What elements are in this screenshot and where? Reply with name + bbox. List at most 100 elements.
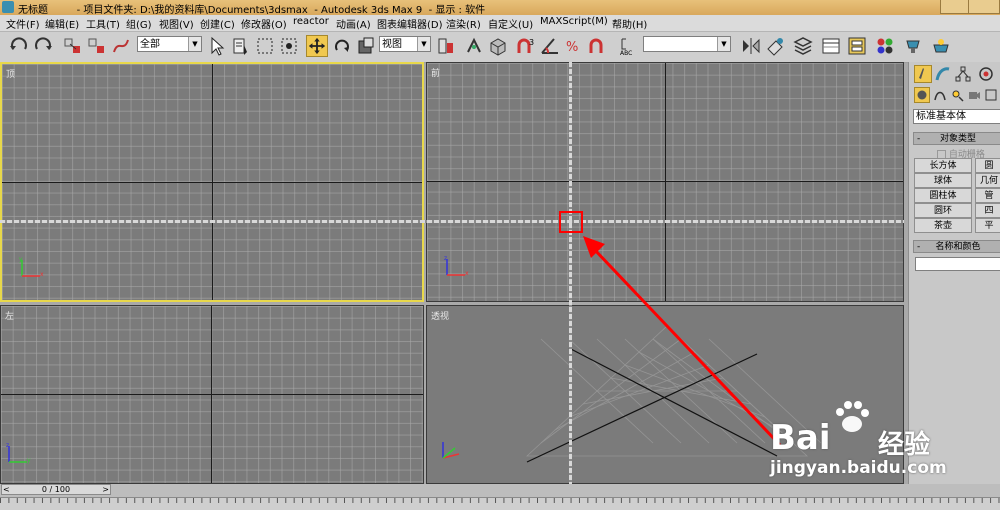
render-scene-icon[interactable] — [902, 35, 924, 57]
menu-reactor[interactable]: reactor — [293, 16, 329, 27]
snaps-toggle-icon[interactable]: 3 — [515, 35, 537, 57]
select-and-move-icon[interactable] — [306, 35, 328, 57]
select-object-icon[interactable] — [206, 35, 228, 57]
object-type-title: 对象类型 — [939, 134, 976, 144]
svg-text:x: x — [465, 270, 469, 277]
object-type-rollout-header[interactable]: - 对象类型 — [913, 132, 1000, 145]
create-geosphere-button[interactable]: 几何 — [975, 173, 1000, 188]
grid-center-horizontal-dashed — [0, 220, 904, 223]
main-toolbar: 全部 ▼ 视图 ▼ 3 % ABC ▼ — [0, 32, 1000, 63]
select-manipulate-icon[interactable] — [463, 35, 485, 57]
mirror-icon[interactable] — [740, 35, 762, 57]
create-box-button[interactable]: 长方体 — [914, 158, 972, 173]
create-tab-icon[interactable] — [914, 65, 932, 83]
minimize-button[interactable] — [940, 0, 970, 14]
menu-rendering[interactable]: 渲染(R) — [446, 16, 481, 31]
hierarchy-tab-icon[interactable] — [955, 66, 971, 82]
svg-text:y: y — [27, 457, 31, 464]
viewport-label-left[interactable]: 左 — [5, 309, 14, 322]
layer-manager-icon[interactable] — [792, 35, 814, 57]
axis-tripod-icon: yx — [19, 256, 44, 278]
create-cylinder-button[interactable]: 圆柱体 — [914, 188, 972, 203]
menu-edit[interactable]: 编辑(E) — [45, 16, 79, 31]
name-color-rollout-header[interactable]: - 名称和颜色 — [913, 240, 1000, 253]
rollout-collapse-icon[interactable]: - — [917, 241, 920, 253]
align-icon[interactable] — [764, 35, 786, 57]
bind-space-warp-icon[interactable] — [110, 35, 132, 57]
svg-text:y: y — [19, 256, 23, 263]
pivot-center-icon[interactable] — [435, 35, 457, 57]
menu-create[interactable]: 创建(C) — [200, 16, 235, 31]
axis-tripod-icon — [442, 442, 460, 459]
select-by-name-icon[interactable] — [230, 35, 252, 57]
menu-file[interactable]: 文件(F) — [6, 16, 40, 31]
motion-tab-icon[interactable] — [978, 66, 994, 82]
menu-animation[interactable]: 动画(A) — [336, 16, 371, 31]
selection-filter-dropdown[interactable]: 全部 ▼ — [137, 36, 202, 52]
paw-logo-icon — [836, 401, 869, 432]
viewport-label-front[interactable]: 前 — [431, 66, 440, 79]
select-link-icon[interactable] — [62, 35, 84, 57]
angle-snap-icon[interactable] — [539, 35, 561, 57]
viewport-top[interactable]: 顶 yx — [0, 62, 424, 302]
cameras-category-icon[interactable] — [967, 88, 981, 102]
track-bar[interactable] — [0, 497, 1000, 510]
named-selection-dropdown[interactable]: ▼ — [643, 36, 731, 52]
schematic-view-icon[interactable] — [846, 35, 868, 57]
object-name-input[interactable] — [915, 257, 1000, 271]
select-and-scale-icon[interactable] — [355, 35, 377, 57]
time-slider[interactable]: < 0 / 100 > — [1, 484, 111, 495]
named-selection-icon[interactable]: ABC — [617, 35, 639, 57]
redo-icon[interactable] — [32, 35, 54, 57]
menu-customize[interactable]: 自定义(U) — [488, 16, 533, 31]
rollout-collapse-icon[interactable]: - — [917, 133, 920, 145]
app-icon[interactable] — [2, 1, 14, 13]
create-tube-button[interactable]: 管 — [975, 188, 1000, 203]
create-pyramid-button[interactable]: 四 — [975, 203, 1000, 218]
shapes-category-icon[interactable] — [933, 88, 947, 102]
create-teapot-button[interactable]: 茶壶 — [914, 218, 972, 233]
undo-icon[interactable] — [8, 35, 30, 57]
menu-graph-editors[interactable]: 图表编辑器(D) — [377, 16, 443, 31]
maximize-button[interactable] — [968, 0, 1000, 14]
baidu-watermark: Bai 经验 jingyan.baidu.com — [770, 400, 1000, 490]
create-category-row — [912, 87, 1000, 105]
menu-group[interactable]: 组(G) — [126, 16, 152, 31]
annotation-arrow — [583, 236, 782, 447]
time-slider-right-arrow[interactable]: > — [102, 485, 109, 495]
keyboard-shortcut-icon[interactable] — [487, 35, 509, 57]
window-title: 无标题 - 项目文件夹: D:\我的资料库\Documents\3dsmax -… — [18, 5, 486, 16]
quick-render-icon[interactable] — [930, 35, 952, 57]
menu-views[interactable]: 视图(V) — [159, 16, 194, 31]
viewport-label-top[interactable]: 顶 — [6, 67, 15, 80]
create-cone-button[interactable]: 圆 — [975, 158, 1000, 173]
rect-selection-region-icon[interactable] — [254, 35, 276, 57]
lights-category-icon[interactable] — [950, 88, 964, 102]
create-plane-button[interactable]: 平 — [975, 218, 1000, 233]
select-and-rotate-icon[interactable] — [331, 35, 353, 57]
curve-editor-icon[interactable] — [820, 35, 842, 57]
menu-maxscript[interactable]: MAXScript(M) — [540, 16, 608, 27]
reference-coordinate-dropdown[interactable]: 视图 ▼ — [379, 36, 431, 52]
menu-tools[interactable]: 工具(T) — [86, 16, 120, 31]
grid-center-vertical-dashed — [569, 62, 572, 484]
modify-tab-icon[interactable] — [935, 66, 951, 82]
create-torus-button[interactable]: 圆环 — [914, 203, 972, 218]
grid-axis-horizontal — [2, 182, 422, 183]
viewport-left[interactable]: 左 zy — [0, 305, 424, 484]
category-dropdown[interactable]: 标准基本体 — [913, 109, 1000, 124]
name-color-title: 名称和颜色 — [935, 242, 981, 252]
spinner-snap-icon[interactable] — [587, 35, 609, 57]
geometry-category-icon[interactable] — [914, 87, 930, 103]
menu-bar: 文件(F) 编辑(E) 工具(T) 组(G) 视图(V) 创建(C) 修改器(O… — [0, 15, 1000, 32]
svg-text:%: % — [566, 40, 578, 55]
material-editor-icon[interactable] — [874, 35, 896, 57]
time-slider-left-arrow[interactable]: < — [3, 485, 10, 495]
unlink-icon[interactable] — [86, 35, 108, 57]
create-sphere-button[interactable]: 球体 — [914, 173, 972, 188]
percent-snap-icon[interactable]: % — [563, 35, 585, 57]
window-crossing-icon[interactable] — [278, 35, 300, 57]
helpers-category-icon[interactable] — [984, 88, 998, 102]
menu-modifiers[interactable]: 修改器(O) — [241, 16, 287, 31]
menu-help[interactable]: 帮助(H) — [612, 16, 647, 31]
